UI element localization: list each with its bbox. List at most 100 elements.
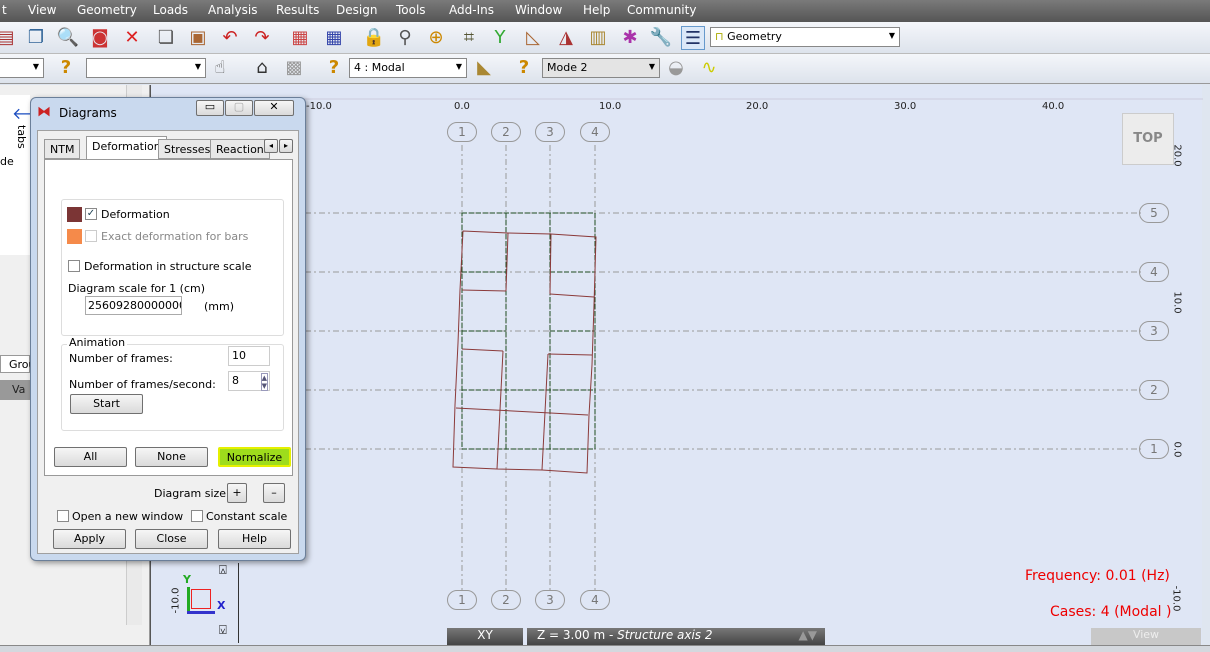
scale-input[interactable]: 2560928000000000	[85, 296, 182, 315]
wrench-icon[interactable]: 🔧	[649, 26, 673, 50]
close-window-button[interactable]: ✕	[254, 100, 294, 116]
constant-scale-checkbox[interactable]	[191, 510, 203, 522]
menu-window[interactable]: Window	[515, 3, 562, 17]
tab-ntm[interactable]: NTM	[44, 139, 81, 159]
menu-analysis[interactable]: Analysis	[208, 3, 257, 17]
calculator-icon[interactable]: ▦	[288, 26, 312, 50]
structure-view[interactable]: -10.0 0.0 10.0 20.0 30.0 40.0 20.0 10.0 …	[150, 85, 1203, 645]
bug-icon[interactable]: ✱	[618, 26, 642, 50]
menu-edit[interactable]: t	[2, 3, 7, 17]
menu-loads[interactable]: Loads	[153, 3, 188, 17]
deformed-shape	[452, 230, 597, 474]
tabs-label[interactable]: tabs	[15, 125, 28, 149]
section-icon[interactable]: ◮	[554, 26, 578, 50]
menu-geometry[interactable]: Geometry	[77, 3, 137, 17]
tab-stresses[interactable]: Stresses	[158, 139, 217, 159]
menu-design[interactable]: Design	[336, 3, 377, 17]
help-button[interactable]: Help	[218, 529, 291, 549]
print-icon[interactable]: ▤	[0, 26, 18, 50]
structure-icon[interactable]: Y	[488, 26, 512, 50]
deformation-checkbox[interactable]: ✓	[85, 208, 97, 220]
tab-deformation[interactable]: Deformation	[86, 136, 167, 160]
shell-icon[interactable]: ◒	[664, 56, 688, 80]
all-button[interactable]: All	[54, 447, 127, 467]
preview-icon[interactable]: 🔍	[56, 26, 80, 50]
case-list-icon[interactable]: ◣	[472, 56, 496, 80]
select-node-icon[interactable]: ?	[54, 56, 78, 80]
bar-selection-combo[interactable]: ▼	[86, 58, 206, 78]
tab-scroll-left[interactable]: ◂	[264, 139, 278, 153]
zoom-all-icon[interactable]: ⊕	[424, 26, 448, 50]
level-selector[interactable]: Z = 3.00 m - Structure axis 2 ▲▼	[527, 628, 825, 645]
minimize-button[interactable]: ▭	[196, 100, 224, 116]
undeformed-structure	[461, 212, 596, 450]
maximize-button[interactable]: ▢	[225, 100, 253, 116]
level-arrows-icon[interactable]: ▲▼	[799, 628, 817, 642]
new-window-label: Open a new window	[72, 510, 184, 523]
table-icon[interactable]: ▦	[322, 26, 346, 50]
structure-scale-checkbox[interactable]	[68, 260, 80, 272]
frames-input[interactable]: 10	[228, 346, 270, 366]
menu-tools[interactable]: Tools	[396, 3, 426, 17]
diagrams-dialog: ⧓ Diagrams ▭ ▢ ✕ NTM Deformation Stresse…	[30, 97, 306, 561]
selection-combo[interactable]: ▼	[0, 58, 44, 78]
ruler-label: -10.0	[1170, 585, 1182, 612]
stepper-arrows-icon[interactable]: ▲ ▼	[260, 373, 268, 391]
exact-deformation-color-swatch[interactable]	[67, 229, 82, 244]
exact-deformation-checkbox[interactable]	[85, 230, 97, 242]
undo-icon[interactable]: ↶	[218, 26, 242, 50]
start-button[interactable]: Start	[70, 394, 143, 414]
diagram-size-minus[interactable]: –	[263, 483, 285, 503]
menu-add-ins[interactable]: Add-Ins	[449, 3, 494, 17]
select-mode-icon[interactable]: ?	[512, 56, 536, 80]
menu-view[interactable]: View	[28, 3, 56, 17]
scroll-up-icon[interactable]: ⍓	[219, 563, 227, 578]
redo-icon[interactable]: ↷	[250, 26, 274, 50]
view-button[interactable]: View	[1091, 628, 1201, 645]
measure-icon[interactable]: ◺	[521, 26, 545, 50]
view-frame-icon	[191, 589, 211, 609]
menu-help[interactable]: Help	[583, 3, 610, 17]
camera-icon[interactable]: ◙	[88, 26, 112, 50]
disabled-icon: ▩	[285, 57, 303, 78]
secondary-toolbar: ▼ ? ▼ ☝ ⌂ ▩ ? 4 : Modal ▼ ◣ ? Mode 2 ▼ ◒ ∿	[0, 54, 1210, 84]
new-window-checkbox[interactable]	[57, 510, 69, 522]
structure-scale-label: Deformation in structure scale	[84, 260, 252, 273]
constant-scale-label: Constant scale	[206, 510, 288, 523]
diagram-size-plus[interactable]: +	[227, 483, 247, 503]
book-icon[interactable]: ❐	[24, 26, 48, 50]
view-cube[interactable]: TOP	[1122, 113, 1174, 165]
deformation-color-swatch[interactable]	[67, 207, 82, 222]
zoom-icon[interactable]: ⚲	[393, 26, 417, 50]
display-icon[interactable]: ⌂	[250, 56, 274, 80]
menu-community[interactable]: Community	[627, 3, 696, 17]
scroll-down-icon[interactable]: ⍌	[219, 623, 227, 638]
model-icon[interactable]: ▥	[586, 26, 610, 50]
mode-combo[interactable]: Mode 2 ▼	[542, 58, 660, 78]
hand-query-icon[interactable]: ☝	[208, 56, 232, 80]
x-arrow-icon	[187, 611, 215, 614]
chevron-down-icon: ▼	[888, 31, 895, 40]
lock-icon[interactable]: 🔒	[362, 26, 386, 50]
case-combo[interactable]: 4 : Modal ▼	[349, 58, 467, 78]
plane-xy-button[interactable]: XY	[447, 628, 523, 645]
layout-combo[interactable]: ⊓ Geometry ▼	[710, 27, 900, 47]
values-header: Va	[0, 380, 30, 400]
query-icon[interactable]: ⌗	[457, 26, 481, 50]
delete-icon[interactable]: ✕	[120, 26, 144, 50]
mode-shape-icon[interactable]: ∿	[697, 56, 721, 80]
select-case-icon[interactable]: ?	[322, 56, 346, 80]
copy-icon[interactable]: ❏	[154, 26, 178, 50]
apply-button[interactable]: Apply	[53, 529, 126, 549]
close-button[interactable]: Close	[135, 529, 208, 549]
group-tab[interactable]: Grou	[0, 355, 36, 373]
normalize-button[interactable]: Normalize	[218, 447, 291, 467]
fps-stepper[interactable]: 8 ▲ ▼	[228, 371, 270, 391]
tab-reactions[interactable]: Reactions	[210, 139, 270, 159]
menu-results[interactable]: Results	[276, 3, 319, 17]
layout-list-icon[interactable]: ☰	[681, 26, 705, 50]
tab-scroll-right[interactable]: ▸	[279, 139, 293, 153]
paste-icon[interactable]: ▣	[186, 26, 210, 50]
deformation-page: ✓ Deformation Exact deformation for bars…	[44, 159, 293, 476]
none-button[interactable]: None	[135, 447, 208, 467]
